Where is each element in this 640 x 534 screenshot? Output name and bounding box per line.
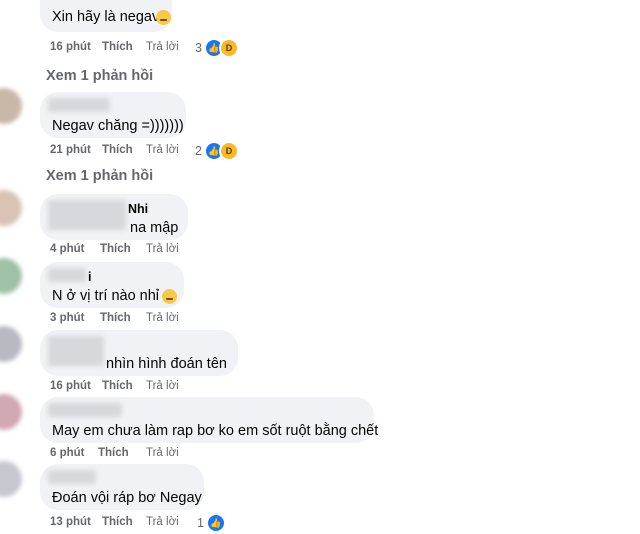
avatar[interactable] xyxy=(0,88,22,124)
reply-button[interactable]: Trả lời xyxy=(146,380,179,392)
blurred-author-name[interactable] xyxy=(48,268,86,282)
reply-button[interactable]: Trả lời xyxy=(146,516,179,528)
comment-text: na mập xyxy=(130,220,179,236)
comment-time[interactable]: 16 phút xyxy=(50,41,91,53)
comment-bubble: Đoán vội ráp bơ Negay xyxy=(40,464,204,510)
comment-time[interactable]: 21 phút xyxy=(50,144,91,156)
thinking-face-icon xyxy=(162,289,177,304)
comment-text: Xin hãy là negav xyxy=(52,9,160,25)
blurred-author-name[interactable] xyxy=(48,403,122,417)
view-replies-link[interactable]: Xem 1 phản hồi xyxy=(46,168,153,184)
like-button[interactable]: Thích xyxy=(102,380,133,392)
view-replies-link[interactable]: Xem 1 phản hồi xyxy=(46,68,153,84)
reply-button[interactable]: Trả lời xyxy=(146,41,179,53)
comment-bubble: May em chưa làm rap bơ ko em sốt ruột bằ… xyxy=(40,397,378,443)
reaction-summary[interactable]: 2 👍 D xyxy=(195,141,239,161)
reaction-count: 2 xyxy=(195,144,202,158)
comment-time[interactable]: 16 phút xyxy=(50,380,91,392)
blurred-author-name[interactable] xyxy=(48,200,126,230)
reply-button[interactable]: Trả lời xyxy=(146,144,179,156)
haha-icon: D xyxy=(218,38,239,58)
like-button[interactable]: Thích xyxy=(102,516,133,528)
avatar[interactable] xyxy=(0,258,22,294)
comment-bubble: Nhi na mập xyxy=(40,194,188,240)
author-name[interactable]: i xyxy=(88,270,91,284)
like-icon: 👍 xyxy=(205,513,226,533)
blurred-author-name[interactable] xyxy=(48,98,110,112)
avatar[interactable] xyxy=(0,326,22,362)
comment-text: N ở vị trí nào nhỉ xyxy=(52,288,160,304)
haha-icon: D xyxy=(218,141,239,161)
like-button[interactable]: Thích xyxy=(102,41,133,53)
reply-button[interactable]: Trả lời xyxy=(146,447,179,459)
comment-text: Negav chăng =))))))) xyxy=(52,118,184,134)
comment-time[interactable]: 4 phút xyxy=(50,243,85,255)
reaction-count: 1 xyxy=(197,516,204,530)
comment-bubble: Negav chăng =))))))) xyxy=(40,92,186,138)
avatar[interactable] xyxy=(0,461,22,497)
comment-time[interactable]: 3 phút xyxy=(50,312,85,324)
comment-text: nhìn hình đoán tên xyxy=(106,356,227,372)
blurred-author-name[interactable] xyxy=(48,336,104,366)
comment-bubble: i N ở vị trí nào nhỉ xyxy=(40,262,184,308)
reaction-summary[interactable]: 1 👍 xyxy=(197,513,226,533)
comment-text: May em chưa làm rap bơ ko em sốt ruột bằ… xyxy=(52,423,379,439)
reply-button[interactable]: Trả lời xyxy=(146,243,179,255)
like-button[interactable]: Thích xyxy=(100,243,131,255)
comment-bubble: Xin hãy là negav xyxy=(40,0,172,32)
like-button[interactable]: Thích xyxy=(102,144,133,156)
reaction-summary[interactable]: 3 👍 D xyxy=(195,38,239,58)
like-button[interactable]: Thích xyxy=(98,447,129,459)
like-button[interactable]: Thích xyxy=(100,312,131,324)
comment-time[interactable]: 13 phút xyxy=(50,516,91,528)
comment-bubble: nhìn hình đoán tên xyxy=(40,330,238,376)
blurred-author-name[interactable] xyxy=(48,470,96,484)
weary-face-icon xyxy=(156,10,171,25)
reaction-count: 3 xyxy=(195,41,202,55)
avatar[interactable] xyxy=(0,394,22,430)
author-name[interactable]: Nhi xyxy=(128,202,148,216)
comment-text: Đoán vội ráp bơ Negay xyxy=(52,490,202,506)
reply-button[interactable]: Trả lời xyxy=(146,312,179,324)
comment-time[interactable]: 6 phút xyxy=(50,447,85,459)
avatar[interactable] xyxy=(0,190,22,226)
